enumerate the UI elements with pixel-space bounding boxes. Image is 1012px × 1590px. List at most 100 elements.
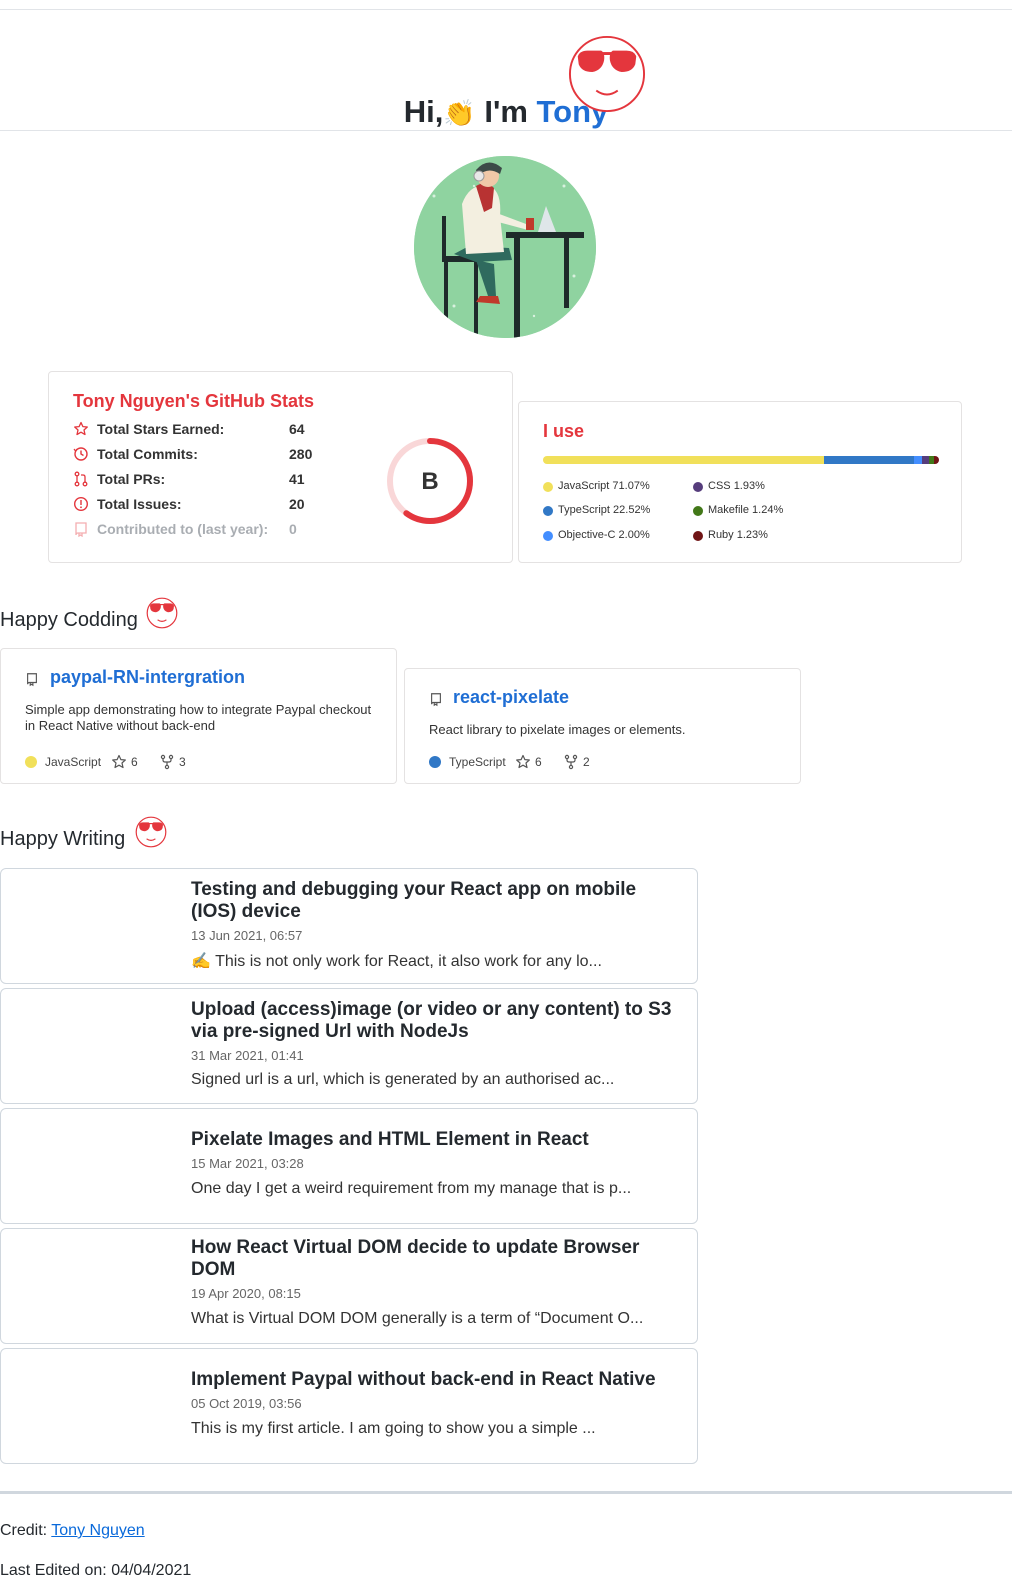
repo-card-paypal-rn[interactable]: paypal-RN-intergration Simple app demons… bbox=[0, 648, 397, 784]
language-dot bbox=[429, 756, 441, 768]
star-icon bbox=[516, 754, 530, 769]
languages-card: I use JavaScript 71.07% TypeScript 22.52… bbox=[518, 401, 962, 563]
article-excerpt: What is Virtual DOM DOM generally is a t… bbox=[191, 1310, 644, 1327]
stat-contributed: Contributed to (last year): 0 bbox=[73, 519, 333, 539]
repo-language: TypeScript bbox=[449, 755, 506, 769]
language-bar-segment bbox=[934, 456, 939, 464]
repo-description: React library to pixelate images or elem… bbox=[429, 722, 686, 737]
repo-card-react-pixelate[interactable]: react-pixelate React library to pixelate… bbox=[404, 668, 801, 784]
repo-stars: 6 bbox=[535, 755, 542, 769]
stat-total-prs: Total PRs: 41 bbox=[73, 469, 333, 489]
repo-description: Simple app demonstrating how to integrat… bbox=[25, 702, 372, 733]
language-percent: 1.24% bbox=[752, 504, 784, 516]
article-date: 05 Oct 2019, 03:56 bbox=[191, 1396, 302, 1411]
article-date: 15 Mar 2021, 03:28 bbox=[191, 1156, 304, 1171]
article-card[interactable]: Testing and debugging your React app on … bbox=[0, 868, 698, 984]
repo-forks: 2 bbox=[583, 755, 590, 769]
page-header: Hi,👏 I'm Tony bbox=[0, 10, 1012, 131]
article-date: 31 Mar 2021, 01:41 bbox=[191, 1048, 304, 1063]
language-name: Makefile bbox=[708, 504, 749, 516]
stat-total-issues: Total Issues: 20 bbox=[73, 494, 333, 514]
repo-meta: TypeScript 6 2 bbox=[429, 754, 789, 770]
language-percent: 1.93% bbox=[733, 480, 765, 492]
article-title[interactable]: Upload (access)image (or video or any co… bbox=[191, 999, 681, 1043]
clapping-hands-emoji: 👏 bbox=[443, 98, 476, 128]
stat-total-commits: Total Commits: 280 bbox=[73, 444, 333, 464]
stat-label: Contributed to (last year): bbox=[97, 521, 269, 537]
language-dot bbox=[693, 531, 703, 541]
sunglasses-face-icon bbox=[146, 597, 178, 629]
fork-icon bbox=[564, 754, 578, 770]
article-title[interactable]: Pixelate Images and HTML Element in Reac… bbox=[191, 1129, 681, 1151]
language-percent: 22.52% bbox=[613, 504, 651, 516]
language-percent: 71.07% bbox=[612, 480, 650, 492]
stat-label: Total Issues: bbox=[97, 496, 182, 512]
language-name: JavaScript bbox=[558, 480, 610, 492]
stat-label: Total Stars Earned: bbox=[97, 421, 225, 437]
language-name: Ruby bbox=[708, 529, 734, 541]
article-excerpt: One day I get a weird requirement from m… bbox=[191, 1180, 632, 1197]
history-icon bbox=[73, 447, 88, 461]
rank-circle: B bbox=[387, 438, 473, 524]
repo-stars: 6 bbox=[131, 755, 138, 769]
sunglasses-face-icon bbox=[568, 35, 646, 113]
article-excerpt: This is my first article. I am going to … bbox=[191, 1420, 596, 1437]
writing-section-title: Happy Writing bbox=[0, 828, 126, 850]
language-bar-segment bbox=[913, 456, 922, 464]
language-name: Objective-C bbox=[558, 529, 616, 541]
language-progress-bar bbox=[543, 456, 939, 464]
language-percent: 2.00% bbox=[618, 529, 650, 541]
profile-illustration bbox=[414, 156, 596, 338]
article-card[interactable]: How React Virtual DOM decide to update B… bbox=[0, 1228, 698, 1344]
repo-icon bbox=[27, 673, 37, 687]
last-edited-text: Last Edited on: 04/04/2021 bbox=[0, 1562, 192, 1579]
article-date: 13 Jun 2021, 06:57 bbox=[191, 928, 303, 943]
article-title[interactable]: How React Virtual DOM decide to update B… bbox=[191, 1237, 681, 1281]
stat-value: 0 bbox=[289, 521, 297, 537]
stat-label: Total PRs: bbox=[97, 471, 166, 487]
stat-label: Total Commits: bbox=[97, 446, 198, 462]
credit-link[interactable]: Tony Nguyen bbox=[51, 1522, 144, 1539]
article-card[interactable]: Pixelate Images and HTML Element in Reac… bbox=[0, 1108, 698, 1224]
language-bar-segment bbox=[824, 456, 914, 464]
language-dot bbox=[543, 482, 553, 492]
article-title[interactable]: Implement Paypal without back-end in Rea… bbox=[191, 1369, 681, 1391]
repo-name-link[interactable]: react-pixelate bbox=[453, 687, 569, 708]
repo-name-link[interactable]: paypal-RN-intergration bbox=[50, 667, 245, 688]
article-title[interactable]: Testing and debugging your React app on … bbox=[191, 879, 681, 923]
repo-meta: JavaScript 6 3 bbox=[25, 754, 385, 770]
repo-forks: 3 bbox=[179, 755, 186, 769]
repo-icon bbox=[75, 522, 87, 537]
star-icon bbox=[112, 754, 126, 769]
language-percent: 1.23% bbox=[736, 529, 768, 541]
stat-value: 41 bbox=[289, 471, 305, 487]
footer-divider bbox=[0, 1491, 1012, 1494]
article-card[interactable]: Upload (access)image (or video or any co… bbox=[0, 988, 698, 1104]
star-icon bbox=[74, 421, 88, 436]
repo-icon bbox=[431, 693, 441, 707]
language-dot bbox=[693, 506, 703, 516]
credit-line: Credit: Tony Nguyen bbox=[0, 1522, 145, 1540]
sunglasses-face-icon bbox=[135, 816, 167, 848]
stat-value: 280 bbox=[289, 446, 313, 462]
language-dot bbox=[693, 482, 703, 492]
language-bar-segment bbox=[543, 456, 825, 464]
rank-letter: B bbox=[421, 468, 438, 495]
article-card[interactable]: Implement Paypal without back-end in Rea… bbox=[0, 1348, 698, 1464]
coding-section-title: Happy Codding bbox=[0, 609, 138, 631]
issue-icon bbox=[73, 496, 89, 512]
stats-title: Tony Nguyen's GitHub Stats bbox=[73, 391, 314, 411]
greeting-text: Hi, bbox=[403, 94, 444, 129]
language-dot bbox=[543, 506, 553, 516]
github-stats-card: Tony Nguyen's GitHub Stats Total Stars E… bbox=[48, 371, 513, 563]
repo-language: JavaScript bbox=[45, 755, 102, 769]
fork-icon bbox=[160, 754, 174, 770]
pull-request-icon bbox=[74, 471, 88, 487]
language-name: TypeScript bbox=[558, 504, 610, 516]
article-date: 19 Apr 2020, 08:15 bbox=[191, 1286, 301, 1301]
credit-label: Credit: bbox=[0, 1522, 52, 1539]
article-excerpt: ✍️ This is not only work for React, it a… bbox=[191, 953, 602, 970]
language-bar-segment bbox=[921, 456, 930, 464]
language-name: CSS bbox=[708, 480, 731, 492]
page-title: Hi,👏 I'm Tony bbox=[0, 94, 1012, 130]
